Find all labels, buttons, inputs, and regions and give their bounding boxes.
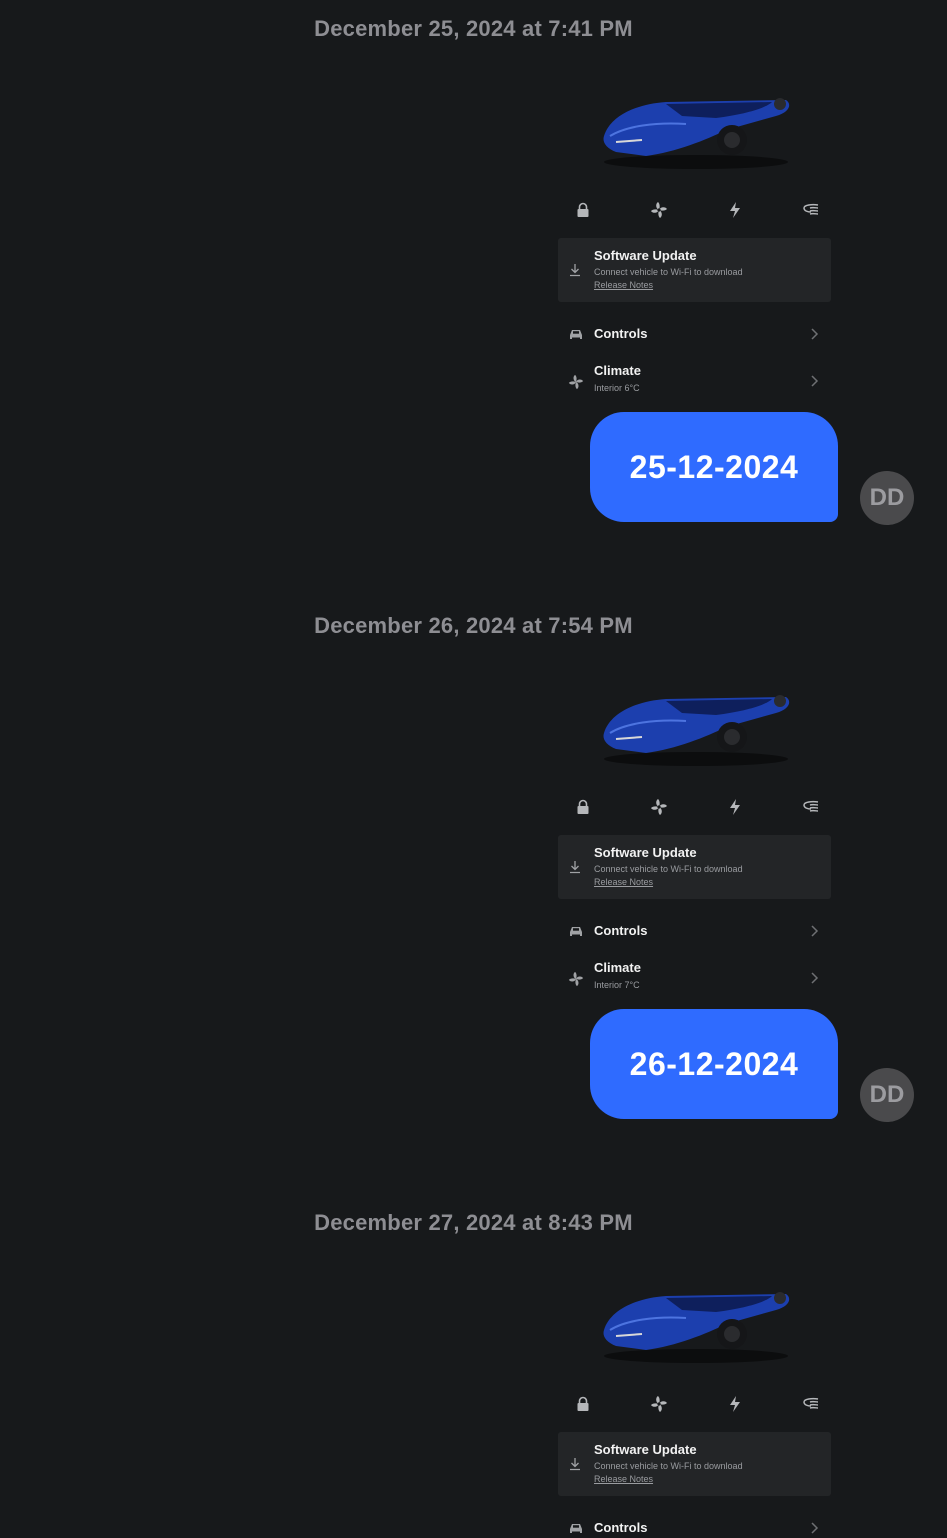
screenshot-attachment[interactable]: Software Update Connect vehicle to Wi-Fi… xyxy=(552,80,842,410)
quick-controls xyxy=(572,795,822,819)
controls-row[interactable]: Controls xyxy=(558,316,831,352)
bolt-icon[interactable] xyxy=(724,1393,746,1415)
chevron-right-icon xyxy=(811,328,819,340)
controls-row[interactable]: Controls xyxy=(558,913,831,949)
release-notes-link[interactable]: Release Notes xyxy=(594,877,653,887)
climate-interior-temp: Interior 7°C xyxy=(594,980,640,990)
controls-label: Controls xyxy=(594,923,648,938)
climate-row[interactable]: Climate Interior 7°C xyxy=(558,957,831,993)
chevron-right-icon xyxy=(811,972,819,984)
message-bubble[interactable]: 25-12-2024 xyxy=(590,412,838,522)
avatar[interactable]: DD xyxy=(860,471,914,525)
fan-icon xyxy=(568,374,584,390)
update-subtitle: Connect vehicle to Wi-Fi to download xyxy=(594,267,743,277)
screenshot-attachment[interactable]: Software Update Connect vehicle to Wi-Fi… xyxy=(552,1274,842,1538)
update-title: Software Update xyxy=(594,1442,697,1457)
controls-label: Controls xyxy=(594,326,648,341)
chevron-right-icon xyxy=(811,1522,819,1534)
update-subtitle: Connect vehicle to Wi-Fi to download xyxy=(594,864,743,874)
screenshot-attachment[interactable]: Software Update Connect vehicle to Wi-Fi… xyxy=(552,677,842,1007)
message-timestamp: December 25, 2024 at 7:41 PM xyxy=(314,16,633,41)
download-icon xyxy=(570,264,580,277)
software-update-card[interactable]: Software Update Connect vehicle to Wi-Fi… xyxy=(558,238,831,302)
fan-icon[interactable] xyxy=(648,1393,670,1415)
download-icon xyxy=(570,861,580,874)
message-thread: December 25, 2024 at 7:41 PM Software Up… xyxy=(0,0,947,1538)
chevron-right-icon xyxy=(811,925,819,937)
car-image xyxy=(603,98,790,169)
message-timestamp: December 26, 2024 at 7:54 PM xyxy=(314,613,633,638)
climate-row[interactable]: Climate Interior 6°C xyxy=(558,360,831,396)
lock-icon[interactable] xyxy=(572,1393,594,1415)
lock-icon[interactable] xyxy=(572,796,594,818)
update-subtitle: Connect vehicle to Wi-Fi to download xyxy=(594,1461,743,1471)
download-icon xyxy=(570,1458,580,1471)
software-update-card[interactable]: Software Update Connect vehicle to Wi-Fi… xyxy=(558,835,831,899)
release-notes-link[interactable]: Release Notes xyxy=(594,1474,653,1484)
bolt-icon[interactable] xyxy=(724,199,746,221)
climate-label: Climate xyxy=(594,960,641,975)
software-update-card[interactable]: Software Update Connect vehicle to Wi-Fi… xyxy=(558,1432,831,1496)
update-title: Software Update xyxy=(594,845,697,860)
defrost-icon[interactable] xyxy=(800,1393,822,1415)
car-image xyxy=(603,695,790,766)
bolt-icon[interactable] xyxy=(724,796,746,818)
controls-label: Controls xyxy=(594,1520,648,1535)
update-title: Software Update xyxy=(594,248,697,263)
quick-controls xyxy=(572,198,822,222)
message-entry: December 26, 2024 at 7:54 PM Software Up… xyxy=(0,597,947,1194)
fan-icon xyxy=(568,971,584,987)
fan-icon[interactable] xyxy=(648,199,670,221)
car-icon xyxy=(570,1524,582,1533)
car-icon xyxy=(570,927,582,936)
avatar[interactable]: DD xyxy=(860,1068,914,1122)
defrost-icon[interactable] xyxy=(800,199,822,221)
climate-interior-temp: Interior 6°C xyxy=(594,383,640,393)
fan-icon[interactable] xyxy=(648,796,670,818)
car-image xyxy=(603,1292,790,1363)
lock-icon[interactable] xyxy=(572,199,594,221)
message-entry: December 25, 2024 at 7:41 PM Software Up… xyxy=(0,0,947,597)
car-icon xyxy=(570,330,582,339)
message-entry: December 27, 2024 at 8:43 PM Software Up… xyxy=(0,1194,947,1538)
message-timestamp: December 27, 2024 at 8:43 PM xyxy=(314,1210,633,1235)
chevron-right-icon xyxy=(811,375,819,387)
release-notes-link[interactable]: Release Notes xyxy=(594,280,653,290)
controls-row[interactable]: Controls xyxy=(558,1510,831,1538)
message-bubble[interactable]: 26-12-2024 xyxy=(590,1009,838,1119)
quick-controls xyxy=(572,1392,822,1416)
defrost-icon[interactable] xyxy=(800,796,822,818)
climate-label: Climate xyxy=(594,363,641,378)
